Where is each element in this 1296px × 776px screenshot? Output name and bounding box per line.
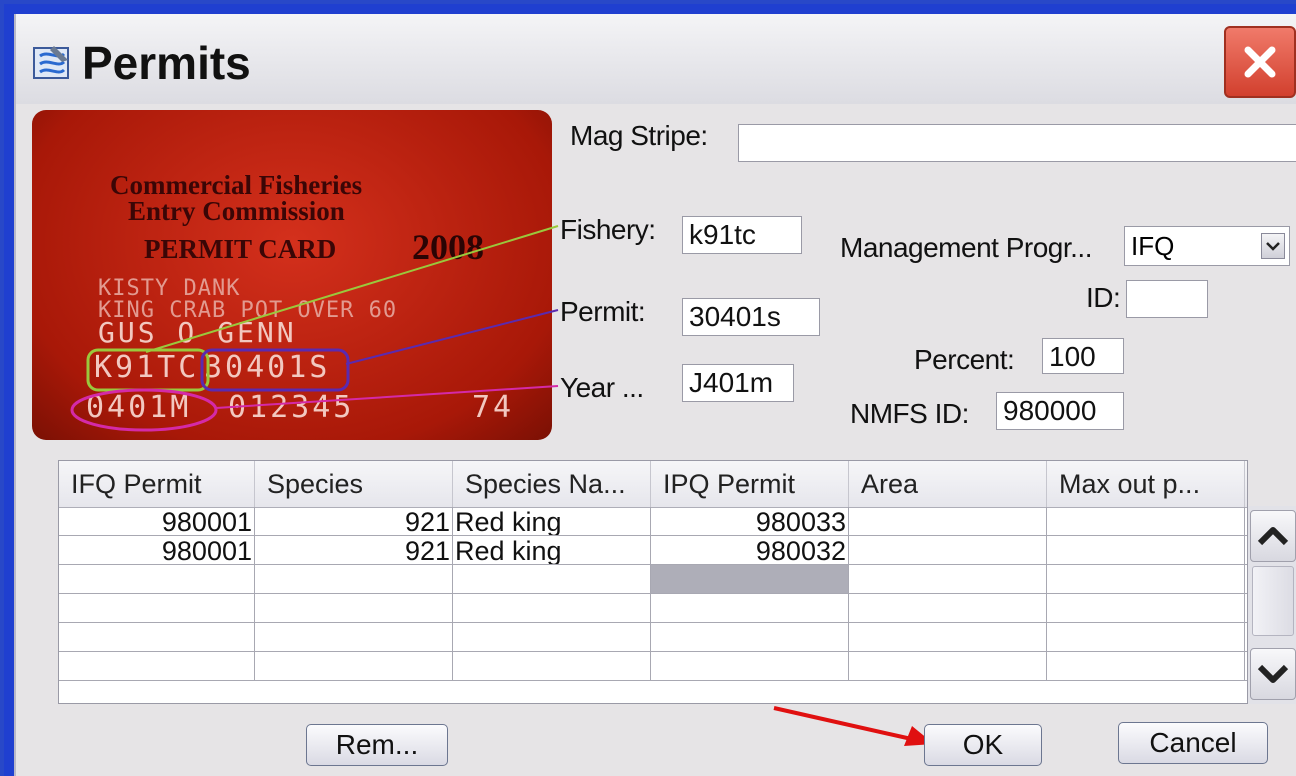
card-number: 012345 (228, 390, 355, 425)
table-cell[interactable] (255, 623, 453, 651)
table-cell[interactable] (255, 565, 453, 593)
table-row[interactable] (59, 565, 1247, 594)
card-suffix: 74 (472, 390, 515, 425)
table-cell[interactable] (255, 594, 453, 622)
mag-stripe-label: Mag Stripe: (570, 120, 708, 151)
column-species[interactable]: Species (255, 461, 453, 507)
nmfs-id-label: NMFS ID: (850, 398, 969, 429)
card-permit-code: 30401S (204, 350, 331, 385)
table-cell[interactable] (59, 652, 255, 680)
cancel-button[interactable]: Cancel (1118, 722, 1268, 764)
table-row[interactable]: 980001 921 Red king 980033 (59, 507, 1247, 536)
management-program-select[interactable]: IFQ (1124, 226, 1290, 266)
fishery-label: Fishery: (560, 214, 656, 245)
id-field[interactable] (1126, 280, 1208, 318)
table-row[interactable] (59, 652, 1247, 681)
table-cell[interactable] (453, 623, 651, 651)
permits-dialog: Permits Commercial Fisheries Entry Commi… (14, 14, 1296, 776)
title-bar: Permits (16, 14, 1296, 104)
table-cell[interactable] (849, 623, 1047, 651)
close-icon (1244, 46, 1276, 78)
card-line-3: PERMIT CARD (144, 234, 337, 264)
table-cell[interactable]: Red king (453, 507, 651, 535)
permit-card-image: Commercial Fisheries Entry Commission PE… (32, 110, 552, 440)
year-label: Year ... (560, 372, 644, 403)
chevron-down-icon (1261, 233, 1285, 259)
table-cell[interactable] (255, 652, 453, 680)
column-species-name[interactable]: Species Na... (453, 461, 651, 507)
table-cell[interactable] (1047, 536, 1245, 564)
fishery-field[interactable]: k91tc (682, 216, 802, 254)
chevron-up-icon (1257, 527, 1289, 546)
scroll-up-button[interactable] (1250, 510, 1296, 562)
table-cell[interactable]: 980033 (651, 507, 849, 535)
table-cell[interactable] (651, 594, 849, 622)
table-row[interactable] (59, 594, 1247, 623)
table-scrollbar[interactable] (1248, 506, 1296, 704)
table-cell[interactable] (1047, 652, 1245, 680)
year-field[interactable]: J401m (682, 364, 794, 402)
column-ifq-permit[interactable]: IFQ Permit (59, 461, 255, 507)
table-cell[interactable]: Red king (453, 536, 651, 564)
table-cell[interactable] (1047, 507, 1245, 535)
permit-field[interactable]: 30401s (682, 298, 820, 336)
percent-field[interactable]: 100 (1042, 338, 1124, 374)
table-row[interactable]: 980001 921 Red king 980032 (59, 536, 1247, 565)
table-cell[interactable] (59, 623, 255, 651)
nmfs-id-field[interactable]: 980000 (996, 392, 1124, 430)
table-header: IFQ Permit Species Species Na... IPQ Per… (59, 461, 1247, 508)
table-cell[interactable]: 921 (255, 507, 453, 535)
ok-button[interactable]: OK (924, 724, 1042, 766)
card-year-code: 0401M (86, 390, 192, 425)
column-ipq-permit[interactable]: IPQ Permit (651, 461, 849, 507)
permits-app-icon (32, 44, 72, 84)
id-label: ID: (1086, 282, 1121, 313)
table-cell[interactable] (59, 565, 255, 593)
management-program-value: IFQ (1131, 231, 1175, 261)
table-cell[interactable] (849, 507, 1047, 535)
table-cell[interactable] (1047, 594, 1245, 622)
table-cell[interactable] (651, 565, 849, 593)
table-cell[interactable] (849, 565, 1047, 593)
chevron-down-icon (1257, 664, 1289, 683)
management-program-label: Management Progr... (840, 232, 1092, 263)
permit-label: Permit: (560, 296, 646, 327)
column-max-out[interactable]: Max out p... (1047, 461, 1245, 507)
table-cell[interactable]: 980001 (59, 507, 255, 535)
window-title: Permits (82, 37, 251, 89)
table-cell[interactable] (651, 623, 849, 651)
permits-table: IFQ Permit Species Species Na... IPQ Per… (58, 460, 1248, 704)
table-cell[interactable] (59, 594, 255, 622)
card-fishery-code: K91TC (94, 350, 200, 385)
table-cell[interactable]: 980032 (651, 536, 849, 564)
card-holder: GUS O GENN (98, 316, 297, 349)
red-arrow-line (773, 706, 917, 742)
mag-stripe-field[interactable] (738, 124, 1296, 162)
card-line-2: Entry Commission (128, 196, 345, 226)
table-cell[interactable] (1047, 623, 1245, 651)
table-cell[interactable] (453, 652, 651, 680)
table-cell[interactable] (849, 594, 1047, 622)
scroll-thumb[interactable] (1252, 566, 1294, 636)
table-cell[interactable] (453, 565, 651, 593)
close-button[interactable] (1224, 26, 1296, 98)
table-cell[interactable] (651, 652, 849, 680)
percent-label: Percent: (914, 344, 1015, 375)
table-cell[interactable] (849, 536, 1047, 564)
table-cell[interactable] (849, 652, 1047, 680)
scroll-down-button[interactable] (1250, 648, 1296, 700)
card-year: 2008 (412, 227, 484, 267)
column-area[interactable]: Area (849, 461, 1047, 507)
table-cell[interactable]: 921 (255, 536, 453, 564)
table-row[interactable] (59, 623, 1247, 652)
remove-button[interactable]: Rem... (306, 724, 448, 766)
table-cell[interactable] (1047, 565, 1245, 593)
table-cell[interactable]: 980001 (59, 536, 255, 564)
table-cell[interactable] (453, 594, 651, 622)
